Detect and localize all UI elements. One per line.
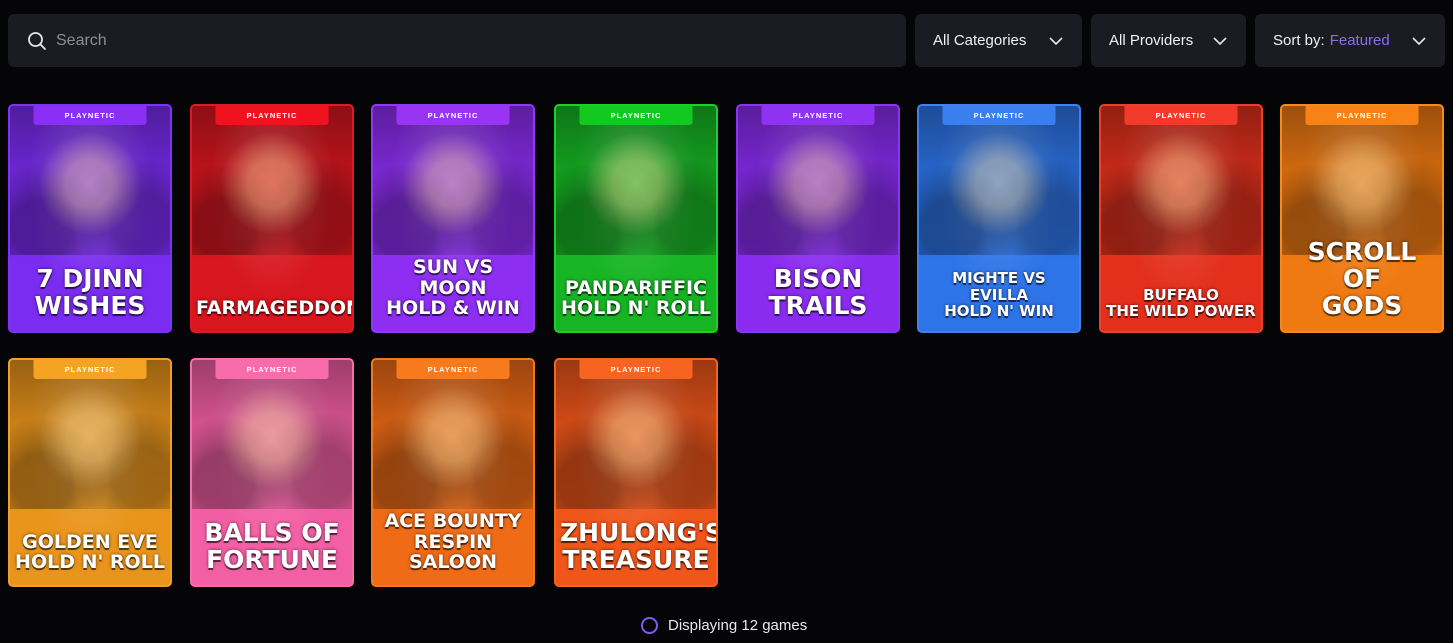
provider-badge: PLAYNETIC <box>33 360 147 379</box>
games-count-label: Displaying 12 games <box>668 616 808 634</box>
loading-ring-icon <box>641 616 658 634</box>
game-artwork <box>1282 125 1442 255</box>
chevron-down-icon <box>1049 37 1063 46</box>
game-artwork <box>373 125 533 255</box>
filter-bar: All Categories All Providers Sort by: Fe… <box>8 14 1445 67</box>
sort-dropdown[interactable]: Sort by: Featured <box>1255 14 1445 67</box>
game-title: SCROLL OF GODS <box>1307 237 1417 320</box>
chevron-down-icon <box>1213 37 1227 46</box>
provider-badge: PLAYNETIC <box>396 106 510 125</box>
game-title: BISON TRAILS <box>768 264 868 320</box>
game-artwork <box>556 379 716 509</box>
game-card[interactable]: PLAYNETIC BALLS OF FORTUNE <box>190 358 354 587</box>
game-title: FARMAGEDDON <box>196 297 354 320</box>
sort-prefix: Sort by: <box>1273 32 1325 49</box>
game-artwork <box>192 125 352 255</box>
game-title: GOLDEN EVE HOLD N' ROLL <box>15 530 165 574</box>
game-title: MIGHTE VS EVILLA HOLD N' WIN <box>944 269 1054 320</box>
chevron-down-icon <box>1412 37 1426 46</box>
game-card[interactable]: PLAYNETIC BISON TRAILS <box>736 104 900 333</box>
game-artwork <box>10 379 170 509</box>
game-card[interactable]: PLAYNETIC 7 DJINN WISHES <box>8 104 172 333</box>
game-artwork <box>919 125 1079 255</box>
game-title: BALLS OF FORTUNE <box>204 518 340 574</box>
game-title: 7 DJINN WISHES <box>34 264 146 320</box>
provider-badge: PLAYNETIC <box>396 360 510 379</box>
provider-badge: PLAYNETIC <box>1305 106 1419 125</box>
game-artwork <box>192 379 352 509</box>
game-card[interactable]: PLAYNETIC GOLDEN EVE HOLD N' ROLL <box>8 358 172 587</box>
categories-label: All Categories <box>933 32 1027 49</box>
game-card[interactable]: PLAYNETIC BUFFALO THE WILD POWER <box>1099 104 1263 333</box>
provider-badge: PLAYNETIC <box>761 106 875 125</box>
game-title: SUN VS MOON HOLD & WIN <box>386 256 520 320</box>
game-artwork <box>738 125 898 255</box>
search-box[interactable] <box>8 14 906 67</box>
game-artwork <box>1101 125 1261 255</box>
sort-value: Featured <box>1329 32 1390 49</box>
games-count-status: Displaying 12 games <box>641 614 807 636</box>
game-artwork <box>556 125 716 255</box>
provider-badge: PLAYNETIC <box>942 106 1056 125</box>
game-title: BUFFALO THE WILD POWER <box>1106 285 1256 320</box>
game-title: PANDARIFFIC HOLD N' ROLL <box>561 276 711 320</box>
game-title: ACE BOUNTY RESPIN SALOON <box>384 510 522 574</box>
game-card[interactable]: PLAYNETIC MIGHTE VS EVILLA HOLD N' WIN <box>917 104 1081 333</box>
provider-badge: PLAYNETIC <box>215 360 329 379</box>
search-icon <box>28 32 46 50</box>
game-artwork <box>10 125 170 255</box>
game-card[interactable]: PLAYNETIC SUN VS MOON HOLD & WIN <box>371 104 535 333</box>
game-card[interactable]: PLAYNETIC ACE BOUNTY RESPIN SALOON <box>371 358 535 587</box>
provider-badge: PLAYNETIC <box>579 360 693 379</box>
provider-badge: PLAYNETIC <box>215 106 329 125</box>
game-title: ZHULONG'S TREASURE <box>560 518 718 574</box>
game-artwork <box>373 379 533 509</box>
search-input[interactable] <box>56 14 876 67</box>
provider-badge: PLAYNETIC <box>33 106 147 125</box>
game-card[interactable]: PLAYNETIC SCROLL OF GODS <box>1280 104 1444 333</box>
categories-dropdown[interactable]: All Categories <box>915 14 1082 67</box>
provider-badge: PLAYNETIC <box>579 106 693 125</box>
providers-label: All Providers <box>1109 32 1194 49</box>
providers-dropdown[interactable]: All Providers <box>1091 14 1246 67</box>
game-card[interactable]: PLAYNETIC PANDARIFFIC HOLD N' ROLL <box>554 104 718 333</box>
game-card[interactable]: PLAYNETIC FARMAGEDDON <box>190 104 354 333</box>
provider-badge: PLAYNETIC <box>1124 106 1238 125</box>
game-card[interactable]: PLAYNETIC ZHULONG'S TREASURE <box>554 358 718 587</box>
